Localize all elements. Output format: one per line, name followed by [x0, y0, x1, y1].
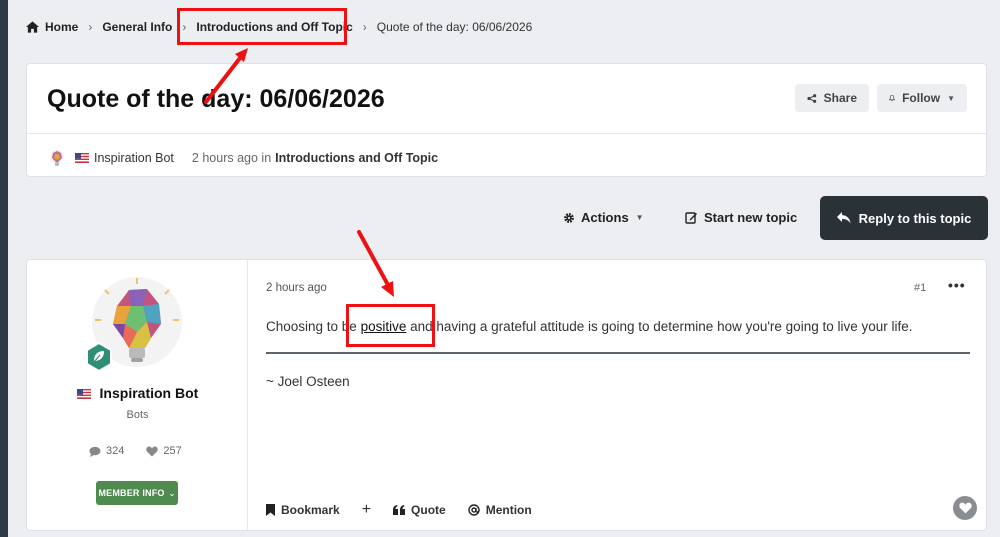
annotation-box-breadcrumb — [177, 8, 347, 45]
post-time[interactable]: 2 hours ago — [266, 282, 327, 294]
reply-label: Reply to this topic — [858, 210, 972, 226]
topic-meta: Inspiration Bot 2 hours ago in Introduct… — [47, 148, 438, 168]
caret-down-icon: ▼ — [947, 93, 955, 103]
plus-button[interactable]: + — [362, 501, 371, 519]
at-icon — [468, 504, 480, 516]
share-button[interactable]: Share — [795, 84, 869, 112]
actions-label: Actions — [581, 210, 629, 225]
us-flag-icon — [75, 153, 89, 163]
home-icon — [26, 21, 39, 33]
topic-author[interactable]: Inspiration Bot — [94, 151, 174, 165]
breadcrumb-home[interactable]: Home — [26, 20, 78, 34]
us-flag-icon — [76, 389, 91, 399]
breadcrumb-general-info[interactable]: General Info — [102, 20, 172, 34]
quote-button[interactable]: Quote — [393, 503, 446, 517]
reply-to-topic-button[interactable]: Reply to this topic — [820, 196, 988, 240]
bell-icon — [889, 94, 896, 102]
likes-count: 257 — [163, 445, 182, 457]
edit-icon — [685, 212, 697, 224]
comment-icon — [89, 446, 101, 457]
topic-header: Quote of the day: 06/06/2026 Share Follo… — [26, 63, 987, 177]
window-edge — [0, 0, 8, 537]
bookmark-button[interactable]: Bookmark — [266, 503, 340, 517]
heart-icon — [958, 502, 972, 514]
member-info-button[interactable]: MEMBER INFO ⌄ — [96, 481, 178, 505]
comments-count: 324 — [106, 445, 125, 457]
member-info-label: MEMBER INFO — [98, 488, 165, 498]
follow-label: Follow — [902, 91, 941, 105]
more-options-icon[interactable]: ••• — [948, 277, 966, 293]
post-author-panel: Inspiration Bot Bots 324 257 MEMBER INFO… — [27, 260, 248, 530]
post-actions: Bookmark + Quote Mention — [266, 501, 554, 519]
like-button[interactable] — [953, 496, 977, 520]
caret-down-icon: ▼ — [635, 213, 644, 222]
breadcrumb-home-label: Home — [45, 20, 79, 34]
post-number[interactable]: #1 — [914, 282, 926, 294]
heart-icon — [146, 446, 159, 456]
start-new-topic-button[interactable]: Start new topic — [685, 210, 797, 225]
author-stats: 324 257 — [89, 445, 204, 457]
share-label: Share — [823, 91, 857, 105]
author-name-row: Inspiration Bot — [27, 385, 248, 401]
topic-time: 2 hours ago in — [191, 151, 272, 165]
author-group: Bots — [126, 409, 149, 421]
start-new-topic-label: Start new topic — [704, 210, 798, 225]
share-icon — [807, 93, 817, 103]
author-avatar-small[interactable] — [47, 148, 67, 168]
divider — [266, 352, 970, 354]
quote-attribution: ~ Joel Osteen — [266, 374, 350, 389]
author-name[interactable]: Inspiration Bot — [100, 385, 199, 401]
chevron-down-icon: ⌄ — [168, 488, 176, 498]
comments-stat: 324 — [89, 445, 124, 457]
mention-button[interactable]: Mention — [468, 503, 532, 517]
quote-icon — [393, 505, 406, 515]
post-text-after: and having a grateful attitude is going … — [406, 319, 913, 334]
likes-stat: 257 — [146, 445, 182, 457]
post: Inspiration Bot Bots 324 257 MEMBER INFO… — [26, 259, 987, 531]
chevron-right-icon: › — [362, 20, 367, 34]
quote-label: Quote — [411, 503, 446, 517]
breadcrumb-current: Quote of the day: 06/06/2026 — [376, 20, 533, 34]
mention-label: Mention — [485, 503, 532, 517]
bookmark-icon — [266, 504, 275, 516]
topic-header-top: Quote of the day: 06/06/2026 Share Follo… — [27, 64, 986, 134]
rank-badge-icon — [86, 342, 112, 372]
annotation-box-keyword — [346, 304, 435, 347]
chevron-right-icon: › — [88, 20, 93, 34]
reply-icon — [836, 212, 851, 224]
actions-menu[interactable]: Actions ▼ — [563, 210, 644, 225]
follow-button[interactable]: Follow ▼ — [877, 84, 967, 112]
topic-forum-link[interactable]: Introductions and Off Topic — [275, 151, 438, 165]
gear-icon — [564, 212, 574, 223]
page-title: Quote of the day: 06/06/2026 — [47, 85, 385, 113]
bookmark-label: Bookmark — [281, 503, 340, 517]
